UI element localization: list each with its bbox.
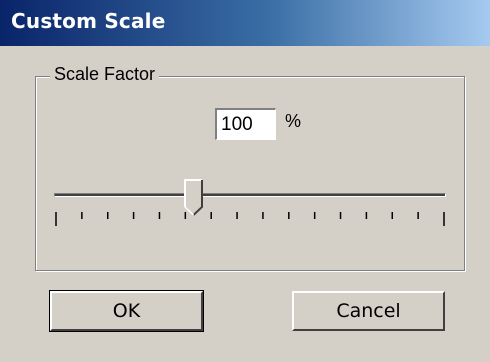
scale-value-text: 100 — [221, 114, 253, 135]
title-bar[interactable]: Custom Scale — [0, 0, 490, 46]
slider-ticks — [55, 212, 445, 226]
group-label: Scale Factor — [50, 64, 160, 85]
slider-track[interactable] — [54, 193, 446, 197]
cancel-button-label: Cancel — [336, 300, 401, 322]
scale-factor-group — [35, 76, 465, 271]
percent-label: % — [285, 111, 302, 131]
scale-value-input[interactable]: 100 — [215, 108, 276, 140]
ok-button[interactable]: OK — [49, 290, 204, 332]
dialog-title: Custom Scale — [11, 9, 166, 33]
ok-button-label: OK — [112, 300, 141, 322]
cancel-button[interactable]: Cancel — [292, 291, 445, 331]
